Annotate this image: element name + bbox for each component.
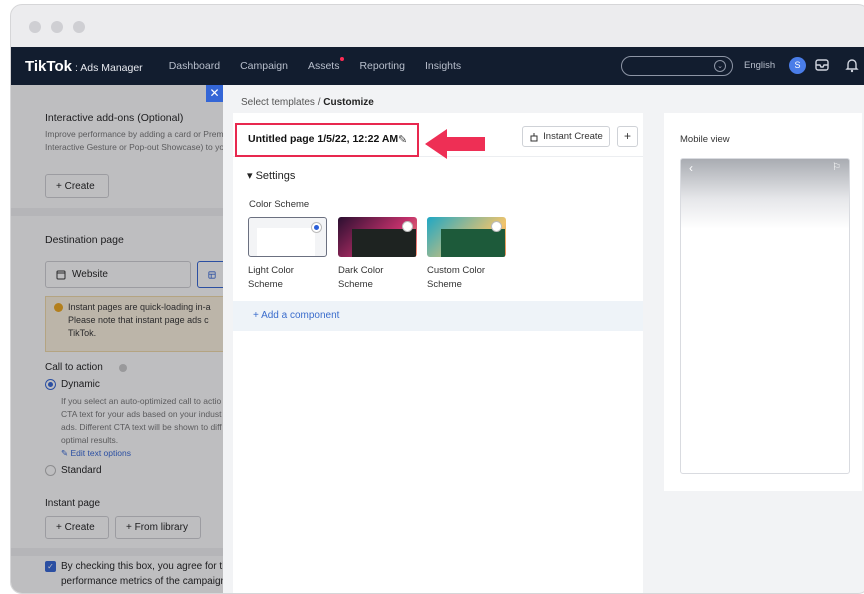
chevron-down-icon: ⌄	[714, 60, 726, 72]
agreement-section: ✓ By checking this box, you agree for th…	[11, 556, 223, 593]
breadcrumb-parent[interactable]: Select templates	[241, 97, 315, 108]
notice-line-2: Please note that instant page ads c	[68, 315, 209, 325]
nav-campaign[interactable]: Campaign	[240, 60, 288, 72]
nav-dashboard[interactable]: Dashboard	[169, 60, 220, 72]
phone-preview: ‹ ⚐	[680, 158, 850, 474]
standard-radio[interactable]	[45, 465, 56, 476]
from-library-button[interactable]: + From library	[115, 516, 201, 539]
destination-section: Destination page Website Instant pages a…	[11, 216, 223, 498]
breadcrumb-separator: /	[317, 97, 321, 108]
page-title[interactable]: Untitled page 1/5/22, 12:22 AM	[235, 123, 419, 157]
website-option[interactable]: Website	[45, 261, 191, 288]
add-component-button[interactable]: + Add a component	[233, 301, 643, 331]
website-label: Website	[72, 269, 108, 280]
nav-assets[interactable]: Assets	[307, 57, 345, 72]
dynamic-label: Dynamic	[61, 379, 100, 390]
instant-create-label: Instant Create	[543, 131, 603, 142]
destination-title: Destination page	[45, 234, 124, 246]
breadcrumb-current: Customize	[323, 97, 374, 108]
edit-text-options-link[interactable]: ✎ Edit text options	[61, 447, 131, 460]
instant-create-left-button[interactable]: + Create	[45, 516, 109, 539]
light-scheme-label: Light Color Scheme	[248, 265, 294, 290]
notice-line-1: Instant pages are quick-loading in-a	[68, 302, 211, 312]
close-icon[interactable]: ✕	[206, 85, 223, 102]
ad-settings-panel: Interactive add-ons (Optional) Improve p…	[11, 85, 223, 593]
window-controls	[29, 21, 85, 33]
bell-icon[interactable]	[843, 56, 861, 74]
custom-scheme-option[interactable]	[427, 217, 506, 257]
notice-line-3: TikTok.	[68, 328, 97, 338]
addons-section: Interactive add-ons (Optional) Improve p…	[11, 85, 223, 208]
inbox-icon[interactable]	[813, 56, 831, 74]
scheme-radio	[491, 221, 502, 232]
addons-create-button[interactable]: + Create	[45, 174, 109, 198]
breadcrumb: Select templates / Customize	[241, 97, 374, 108]
dynamic-desc-4: optimal results.	[61, 435, 119, 445]
dynamic-desc-2: CTA text for your ads based on your indu…	[61, 409, 222, 419]
magic-icon	[530, 132, 538, 141]
close-dot[interactable]	[29, 21, 41, 33]
customize-modal: Select templates / Customize Untitled pa…	[223, 85, 864, 593]
logo-sub: : Ads Manager	[74, 61, 143, 74]
dynamic-radio[interactable]	[45, 379, 56, 390]
pencil-icon[interactable]: ✎	[398, 133, 407, 146]
account-select[interactable]: ⌄	[621, 56, 733, 76]
edit-text-options-label: Edit text options	[70, 448, 131, 458]
arrow-icon	[425, 129, 485, 159]
light-scheme-option[interactable]	[248, 217, 327, 257]
settings-toggle[interactable]: ▾ Settings	[247, 169, 295, 182]
editor-header: Untitled page 1/5/22, 12:22 AM ✎ Instant…	[233, 113, 643, 159]
maximize-dot[interactable]	[73, 21, 85, 33]
color-scheme-label: Color Scheme	[249, 199, 310, 210]
custom-scheme-label: Custom Color Scheme	[427, 265, 486, 290]
back-icon: ‹	[689, 161, 693, 175]
nav-reporting[interactable]: Reporting	[359, 60, 405, 72]
dark-scheme-label: Dark Color Scheme	[338, 265, 384, 290]
editor-card: Untitled page 1/5/22, 12:22 AM ✎ Instant…	[233, 113, 643, 593]
addons-title: Interactive add-ons (Optional)	[45, 112, 184, 124]
website-icon	[56, 270, 66, 279]
browser-window: TikTok : Ads Manager Dashboard Campaign …	[10, 4, 864, 594]
instant-create-button[interactable]: Instant Create	[522, 126, 610, 147]
settings-label: Settings	[255, 170, 296, 182]
help-icon[interactable]	[119, 364, 127, 372]
layout-icon	[208, 270, 216, 279]
agree-checkbox[interactable]: ✓	[45, 561, 56, 572]
dynamic-desc-3: ads. Different CTA text will be shown to…	[61, 422, 222, 432]
info-icon	[54, 303, 63, 312]
scheme-radio-selected	[311, 222, 322, 233]
flag-icon: ⚐	[832, 162, 841, 173]
mobile-view-title: Mobile view	[680, 134, 730, 145]
nav-insights[interactable]: Insights	[425, 60, 461, 72]
caret-down-icon: ▾	[247, 170, 253, 182]
dark-scheme-option[interactable]	[338, 217, 417, 257]
dark-preview	[352, 229, 416, 257]
instant-page-option[interactable]	[197, 261, 223, 288]
custom-preview	[441, 229, 505, 257]
light-preview	[257, 228, 315, 256]
add-page-button[interactable]: +	[617, 126, 638, 147]
agree-line-1: By checking this box, you agree for the	[61, 561, 223, 572]
nav-assets-label: Assets	[307, 60, 340, 72]
instant-page-title: Instant page	[45, 498, 101, 509]
addons-desc-2: Interactive Gesture or Pop-out Showcase)…	[45, 142, 223, 152]
top-nav: TikTok : Ads Manager Dashboard Campaign …	[11, 47, 864, 85]
minimize-dot[interactable]	[51, 21, 63, 33]
dynamic-desc-1: If you select an auto-optimized call to …	[61, 396, 222, 406]
scheme-radio	[402, 221, 413, 232]
mobile-preview-card: Mobile view ‹ ⚐	[664, 113, 862, 491]
standard-label: Standard	[61, 465, 102, 476]
notification-dot	[340, 57, 345, 61]
agree-line-2: performance metrics of the campaign	[61, 576, 223, 587]
avatar[interactable]: S	[789, 57, 806, 74]
tiktok-logo[interactable]: TikTok : Ads Manager	[25, 58, 143, 75]
instant-page-section: Instant page + Create + From library	[11, 498, 223, 548]
language-select[interactable]: English	[744, 60, 775, 71]
cta-title: Call to action	[45, 362, 103, 373]
addons-desc-1: Improve performance by adding a card or …	[45, 129, 223, 139]
instant-page-notice: Instant pages are quick-loading in-a Ple…	[45, 296, 223, 352]
logo-text: TikTok	[25, 57, 72, 75]
